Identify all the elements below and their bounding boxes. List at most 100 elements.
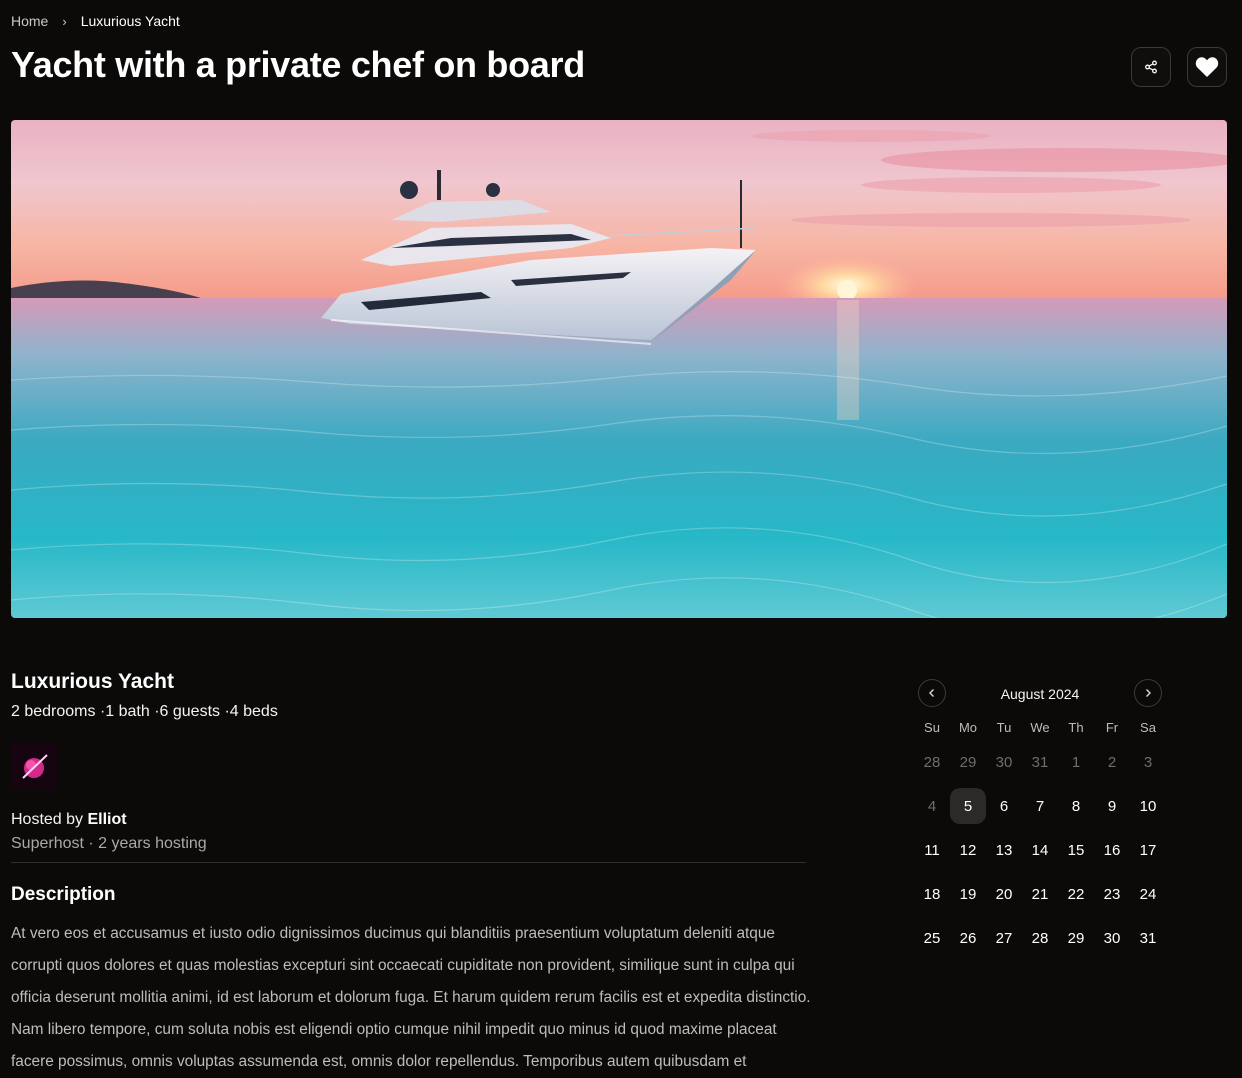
calendar-day-number: 15 (1067, 841, 1085, 859)
calendar-day[interactable]: 11 (914, 828, 950, 872)
calendar-day[interactable]: 30 (986, 740, 1022, 784)
share-button[interactable] (1131, 47, 1171, 87)
calendar-day-number: 6 (999, 797, 1009, 815)
calendar-day-number: 12 (959, 841, 977, 859)
calendar-day-number: 19 (959, 885, 977, 903)
calendar-day-number: 10 (1139, 797, 1157, 815)
divider (11, 862, 806, 863)
calendar-day[interactable]: 25 (914, 916, 950, 960)
calendar-day-number: 29 (959, 753, 977, 771)
calendar-day-number: 20 (995, 885, 1013, 903)
calendar-weekdays: Su Mo Tu We Th Fr Sa (914, 720, 1166, 740)
description-body: At vero eos et accusamus et iusto odio d… (11, 925, 811, 1070)
breadcrumb-home-link[interactable]: Home (11, 13, 48, 29)
calendar-day-number: 25 (923, 929, 941, 947)
calendar-month-label: August 2024 (1000, 686, 1080, 702)
calendar-day[interactable]: 12 (950, 828, 986, 872)
calendar-day[interactable]: 26 (950, 916, 986, 960)
calendar-day[interactable]: 20 (986, 872, 1022, 916)
calendar-weekday: Su (924, 720, 940, 735)
host-avatar[interactable] (11, 743, 58, 790)
host-line: Hosted by Elliot (11, 811, 127, 829)
description-title: Description (11, 884, 116, 905)
availability-calendar: August 2024 Su Mo Tu We Th Fr Sa 28 29 30 31 1 2 3 4 5… (914, 676, 1166, 960)
calendar-day-number: 28 (923, 753, 941, 771)
calendar-day-number: 22 (1067, 885, 1085, 903)
calendar-day[interactable]: 24 (1130, 872, 1166, 916)
yacht-sunset-image (11, 120, 1227, 618)
calendar-day-number: 1 (1071, 753, 1081, 771)
calendar-day[interactable]: 15 (1058, 828, 1094, 872)
host-meta: Superhost · 2 years hosting (11, 835, 207, 852)
calendar-weekday: Sa (1140, 720, 1156, 735)
calendar-day[interactable]: 22 (1058, 872, 1094, 916)
calendar-day[interactable]: 4 (914, 784, 950, 828)
listing-title: Luxurious Yacht (11, 670, 174, 693)
favorite-button[interactable] (1187, 47, 1227, 87)
listing-specs: 2 bedrooms ·1 bath ·6 guests ·4 beds (11, 703, 278, 720)
page-title: Yacht with a private chef on board (11, 44, 585, 85)
calendar-day-number: 7 (1035, 797, 1045, 815)
calendar-day-number: 26 (959, 929, 977, 947)
calendar-day[interactable]: 8 (1058, 784, 1094, 828)
calendar-day[interactable]: 30 (1094, 916, 1130, 960)
calendar-day-number: 31 (1031, 753, 1049, 771)
calendar-day-number: 2 (1107, 753, 1117, 771)
calendar-weekday: Mo (958, 720, 978, 735)
calendar-day[interactable]: 17 (1130, 828, 1166, 872)
calendar-day[interactable]: 19 (950, 872, 986, 916)
calendar-day-number: 21 (1031, 885, 1049, 903)
calendar-weekday: Th (1068, 720, 1084, 735)
calendar-day-number: 17 (1139, 841, 1157, 859)
calendar-day[interactable]: 1 (1058, 740, 1094, 784)
calendar-day-number: 3 (1143, 753, 1153, 771)
calendar-day[interactable]: 31 (1130, 916, 1166, 960)
calendar-day-number: 28 (1031, 929, 1049, 947)
calendar-day[interactable]: 28 (1022, 916, 1058, 960)
calendar-day-number: 24 (1139, 885, 1157, 903)
host-avatar-logo (11, 743, 58, 790)
calendar-day[interactable]: 3 (1130, 740, 1166, 784)
calendar-day-number: 29 (1067, 929, 1085, 947)
calendar-day[interactable]: 2 (1094, 740, 1130, 784)
calendar-day[interactable]: 9 (1094, 784, 1130, 828)
calendar-day-number: 4 (927, 797, 937, 815)
calendar-day-number: 11 (924, 841, 940, 859)
calendar-day-number: 23 (1103, 885, 1121, 903)
calendar-day[interactable]: 14 (1022, 828, 1058, 872)
breadcrumb-current: Luxurious Yacht (80, 13, 180, 29)
calendar-day-number: 13 (995, 841, 1013, 859)
calendar-day[interactable]: 31 (1022, 740, 1058, 784)
calendar-day-number: 31 (1139, 929, 1157, 947)
calendar-day[interactable]: 28 (914, 740, 950, 784)
calendar-day[interactable]: 29 (1058, 916, 1094, 960)
calendar-days-grid: 28 29 30 31 1 2 3 4 5 6 7 8 9 10 11 12 13 14 15 16 17 18 19 20 2… (914, 740, 1166, 960)
breadcrumb-separator-icon: › (62, 13, 67, 29)
breadcrumb: Home › Luxurious Yacht (11, 13, 180, 29)
calendar-day[interactable]: 29 (950, 740, 986, 784)
calendar-next-button[interactable] (1134, 679, 1162, 707)
heart-icon (1195, 57, 1219, 77)
calendar-day[interactable]: 7 (1022, 784, 1058, 828)
calendar-header: August 2024 (914, 676, 1166, 712)
calendar-day[interactable]: 6 (986, 784, 1022, 828)
host-name[interactable]: Elliot (87, 811, 126, 828)
calendar-day-number: 16 (1103, 841, 1121, 859)
calendar-day[interactable]: 23 (1094, 872, 1130, 916)
share-icon (1145, 60, 1157, 74)
calendar-day-selected[interactable]: 5 (950, 784, 986, 828)
calendar-day[interactable]: 13 (986, 828, 1022, 872)
calendar-weekday: Tu (996, 720, 1012, 735)
calendar-day-number: 8 (1071, 797, 1081, 815)
calendar-day-number: 5 (950, 788, 986, 824)
calendar-day-number: 30 (1103, 929, 1121, 947)
calendar-weekday: Fr (1105, 720, 1119, 735)
calendar-day-number: 9 (1107, 797, 1117, 815)
calendar-day[interactable]: 27 (986, 916, 1022, 960)
calendar-day-number: 30 (995, 753, 1013, 771)
calendar-day[interactable]: 10 (1130, 784, 1166, 828)
calendar-day[interactable]: 16 (1094, 828, 1130, 872)
calendar-day-number: 27 (995, 929, 1013, 947)
calendar-day[interactable]: 21 (1022, 872, 1058, 916)
calendar-day[interactable]: 18 (914, 872, 950, 916)
